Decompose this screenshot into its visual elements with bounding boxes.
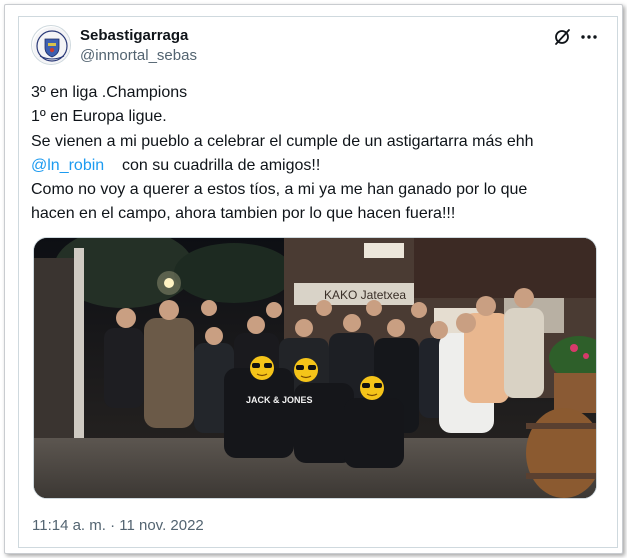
tweet-line-rest: con su cuadrilla de amigos!! xyxy=(121,156,321,174)
grok-icon-graphic xyxy=(555,29,570,45)
group-photo-image: KAKO Jatetxea JACK & JONES xyxy=(34,238,596,498)
restaurant-sign-text: KAKO Jatetxea xyxy=(324,288,406,302)
sunglasses-emoji-1 xyxy=(250,356,274,380)
tweet-line: Como no voy a querer a estos tíos, a mi … xyxy=(31,181,528,199)
tweet-line-with-mention: @ln_robin con su cuadrilla de amigos!! xyxy=(31,154,611,178)
tweet-line: 1º en Europa ligue. xyxy=(31,108,167,126)
tweet-line: Se vienen a mi pueblo a celebrar el cump… xyxy=(31,132,534,150)
tweet-line: 3º en liga .Champions xyxy=(31,84,188,101)
more-options-dots xyxy=(581,35,597,39)
sunglasses-emoji-2 xyxy=(294,358,318,382)
sunglasses-emoji-3 xyxy=(360,376,384,400)
grok-icon[interactable] xyxy=(552,27,572,47)
tweet-photo[interactable]: KAKO Jatetxea JACK & JONES xyxy=(33,237,597,499)
mention-gap xyxy=(104,157,122,174)
mention-link[interactable]: @ln_robin xyxy=(31,157,104,174)
tweet-line: hacen en el campo, ahora tambien por lo … xyxy=(31,205,456,223)
user-handle[interactable]: @inmortal_sebas xyxy=(80,47,197,64)
avatar[interactable] xyxy=(31,25,71,65)
club-crest-avatar-image xyxy=(33,27,70,64)
display-name[interactable]: Sebastigarraga xyxy=(80,27,188,44)
tweet-text: 3º en liga .Champions 1º en Europa ligue… xyxy=(31,81,611,227)
window-frame: Sebastigarraga @inmortal_sebas 3º en lig… xyxy=(4,4,623,554)
shirt-logo-text: JACK & JONES xyxy=(246,395,313,405)
tweet-card[interactable]: Sebastigarraga @inmortal_sebas 3º en lig… xyxy=(18,16,618,548)
tweet-timestamp[interactable]: 11:14 a. m. · 11 nov. 2022 xyxy=(32,517,204,534)
more-options-icon[interactable] xyxy=(579,27,599,47)
